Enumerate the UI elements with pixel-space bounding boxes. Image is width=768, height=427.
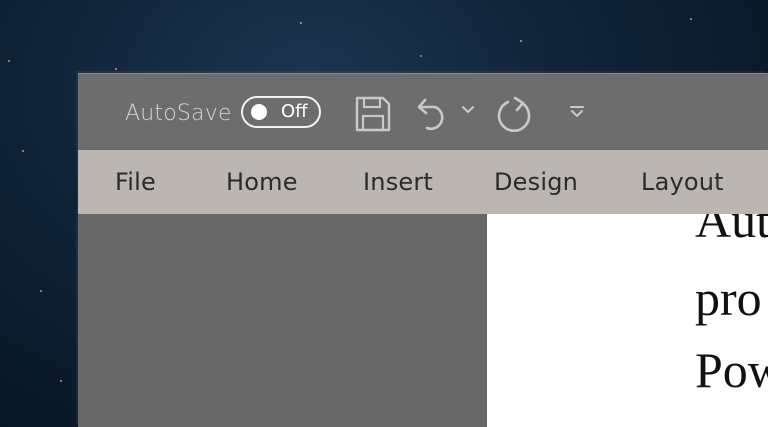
star [520, 40, 522, 42]
tab-insert[interactable]: Insert [363, 167, 433, 197]
customize-toolbar-icon[interactable] [567, 102, 587, 122]
star [22, 150, 24, 152]
document-text-line: Aut [695, 214, 768, 248]
title-bar: AutoSave Off [78, 73, 768, 151]
undo-icon[interactable] [414, 94, 454, 134]
star [40, 290, 42, 292]
star [115, 68, 117, 70]
tab-home[interactable]: Home [226, 167, 298, 197]
navigation-pane [78, 214, 487, 427]
ribbon-tabs: File Home Insert Design Layout [78, 150, 768, 214]
autosave-toggle[interactable]: Off [241, 96, 321, 128]
tab-design[interactable]: Design [494, 167, 578, 197]
undo-dropdown-icon[interactable] [459, 101, 477, 119]
document-text-line: pro [695, 270, 762, 326]
word-window: AutoSave Off File Home Insert Design Lay… [78, 73, 768, 427]
redo-icon[interactable] [494, 94, 536, 136]
star [300, 22, 302, 24]
star [690, 18, 692, 20]
autosave-label: AutoSave [125, 101, 232, 126]
document-page[interactable]: Aut pro Pow [487, 214, 768, 427]
tab-file[interactable]: File [115, 167, 156, 197]
star [8, 60, 10, 62]
star [420, 55, 422, 57]
toggle-knob [251, 104, 267, 120]
toggle-state-label: Off [281, 101, 308, 122]
star [60, 380, 62, 382]
save-icon[interactable] [353, 94, 393, 134]
tab-layout[interactable]: Layout [641, 167, 724, 197]
document-text-line: Pow [695, 342, 768, 398]
